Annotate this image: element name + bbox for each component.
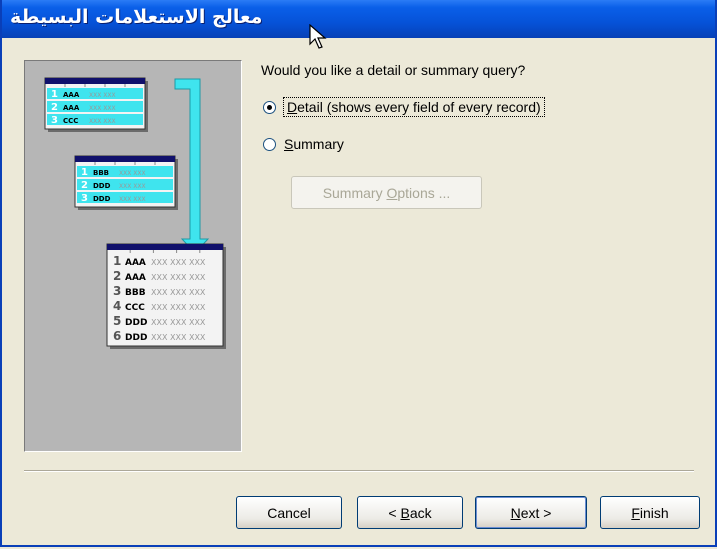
row-number: 2 xyxy=(81,180,88,191)
row-key: AAA xyxy=(63,91,80,99)
row-number: 5 xyxy=(113,314,121,328)
summary-option[interactable]: Summary xyxy=(263,136,344,152)
row-values: XXX XXX XXX xyxy=(151,303,206,312)
row-values: XXX XXX xyxy=(89,118,116,125)
row-values: XXX XXX xyxy=(89,92,116,99)
query-type-question: Would you like a detail or summary query… xyxy=(261,62,526,78)
next-button[interactable]: Next > xyxy=(475,496,587,529)
source-table-2: 1 BBB XXX XXX 2 DDD XXX XXX 3 DDD XXX XXX xyxy=(74,155,178,210)
row-values: XXX XXX XXX xyxy=(151,318,206,327)
row-key: AAA xyxy=(63,104,80,112)
row-number: 1 xyxy=(51,89,58,100)
source-table-1: 1 AAA XXX XXX 2 AAA XXX XXX 3 CCC XXX XXX xyxy=(44,77,148,132)
detail-label[interactable]: Detail (shows every field of every recor… xyxy=(283,97,545,117)
title-bar[interactable]: معالج الاستعلامات البسيطة xyxy=(2,0,715,38)
row-key: CCC xyxy=(63,117,78,125)
row-values: XXX XXX XXX xyxy=(151,288,206,297)
row-values: XXX XXX xyxy=(119,196,146,203)
cancel-button[interactable]: Cancel xyxy=(236,496,342,529)
result-table: 1 AAA XXX XXX XXX 2 AAA XXX XXX XXX 3 BBB XXX XX… xyxy=(106,243,226,349)
row-values: XXX XXX xyxy=(119,183,146,190)
row-key: BBB xyxy=(93,169,109,177)
summary-label[interactable]: Summary xyxy=(284,136,344,152)
row-values: XXX XXX xyxy=(119,170,146,177)
row-number: 2 xyxy=(51,102,58,113)
window-title: معالج الاستعلامات البسيطة xyxy=(10,6,263,28)
detail-option[interactable]: Detail (shows every field of every recor… xyxy=(263,97,545,117)
row-number: 4 xyxy=(113,299,121,313)
wizard-window: معالج الاستعلامات البسيطة 1 AAA XXX XXX 2 AA… xyxy=(0,0,717,547)
detail-radio[interactable] xyxy=(263,100,276,114)
summary-options-button[interactable]: Summary Options ... xyxy=(291,176,482,209)
row-key: AAA xyxy=(125,273,146,283)
row-key: DDD xyxy=(93,182,111,190)
illustration-graphic: 1 AAA XXX XXX 2 AAA XXX XXX 3 CCC XXX XXX 1 BBB XX… xyxy=(44,77,226,349)
row-values: XXX XXX XXX xyxy=(151,258,206,267)
row-number: 3 xyxy=(51,115,58,126)
separator xyxy=(24,470,694,472)
row-key: DDD xyxy=(93,195,111,203)
row-number: 3 xyxy=(113,284,121,298)
row-key: DDD xyxy=(125,318,147,328)
finish-button[interactable]: Finish xyxy=(600,496,700,529)
row-number: 6 xyxy=(113,329,121,343)
row-key: CCC xyxy=(125,303,145,313)
query-illustration: 1 AAA XXX XXX 2 AAA XXX XXX 3 CCC XXX XXX 1 BBB XX… xyxy=(24,60,242,452)
row-number: 3 xyxy=(81,193,88,204)
row-number: 1 xyxy=(113,254,121,268)
mouse-cursor-icon xyxy=(309,24,327,49)
row-key: DDD xyxy=(125,333,147,343)
row-number: 2 xyxy=(113,269,121,283)
row-number: 1 xyxy=(81,167,88,178)
row-key: AAA xyxy=(125,258,146,268)
row-key: BBB xyxy=(125,288,146,298)
row-values: XXX XXX XXX xyxy=(151,333,206,342)
row-values: XXX XXX xyxy=(89,105,116,112)
summary-radio[interactable] xyxy=(263,137,276,151)
back-button[interactable]: < Back xyxy=(357,496,463,529)
row-values: XXX XXX XXX xyxy=(151,273,206,282)
